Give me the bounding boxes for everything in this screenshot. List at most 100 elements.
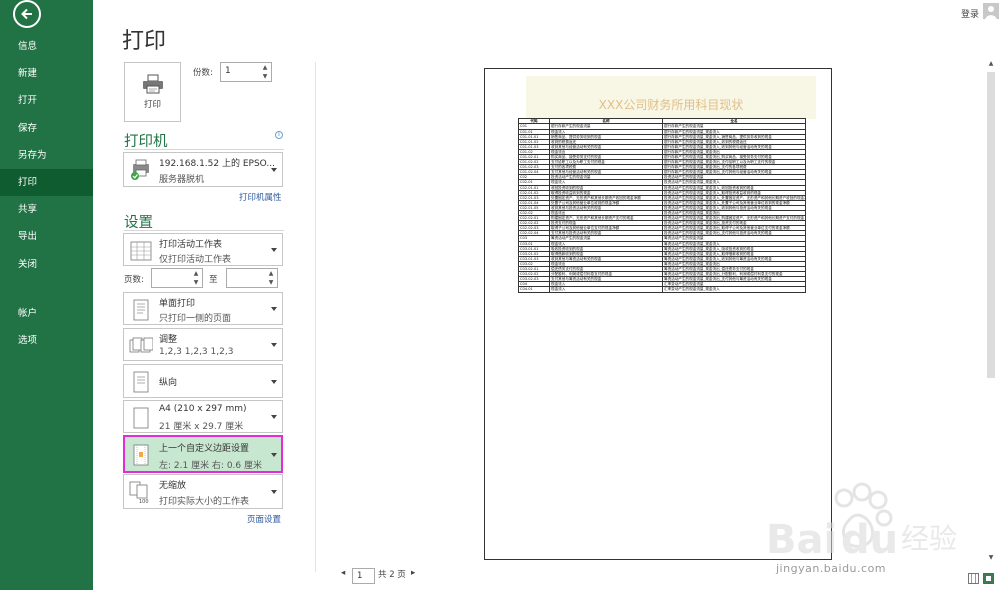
info-icon[interactable]: i bbox=[275, 131, 283, 139]
dropdown-arrow-icon bbox=[271, 248, 277, 252]
scaling-subtitle: 打印实际大小的工作表 bbox=[159, 497, 250, 507]
printer-name: 192.168.1.52 上的 EPSO... bbox=[159, 159, 275, 169]
backstage-sidebar: 信息 新建 打开 保存 另存为 打印 共享 导出 关闭 帐户 选项 bbox=[0, 0, 93, 590]
collate-dropdown[interactable]: 调整 1,2,3 1,2,3 1,2,3 bbox=[123, 328, 283, 361]
spin-down-icon[interactable]: ▼ bbox=[190, 278, 202, 287]
collate-icon bbox=[129, 337, 153, 353]
nav-save-as[interactable]: 另存为 bbox=[0, 142, 93, 169]
nav-open[interactable]: 打开 bbox=[0, 87, 93, 114]
printer-dropdown[interactable]: 192.168.1.52 上的 EPSO... 服务器脱机 bbox=[123, 152, 283, 187]
margins-subtitle: 左: 2.1 厘米 右: 0.6 厘米 bbox=[159, 461, 262, 471]
prev-page-icon[interactable]: ◂ bbox=[341, 568, 345, 578]
paper-size-dropdown[interactable]: A4 (210 x 297 mm) 21 厘米 x 29.7 厘米 bbox=[123, 400, 283, 433]
printer-status: 服务器脱机 bbox=[159, 175, 205, 185]
pages-from-spinner[interactable]: ▲ ▼ bbox=[190, 269, 202, 287]
page-count: 共 2 页 bbox=[378, 570, 406, 580]
paper-icon bbox=[133, 407, 149, 429]
pages-label: 页数: bbox=[124, 275, 144, 285]
page-setup-link[interactable]: 页面设置 bbox=[247, 513, 281, 525]
no-scaling-icon: 100 bbox=[129, 481, 149, 504]
svg-text:100: 100 bbox=[139, 499, 149, 504]
portrait-icon bbox=[133, 371, 149, 393]
dropdown-arrow-icon bbox=[271, 415, 277, 419]
excel-backstage-print: 信息 新建 打开 保存 另存为 打印 共享 导出 关闭 帐户 选项 登录 打印 bbox=[0, 0, 1000, 590]
table-cell: 投资活动产生的现金流量_现金流出_购建固定资产、无形资产和其他长期资产支付的现金 bbox=[662, 215, 806, 222]
scaling-dropdown[interactable]: 100 无缩放 打印实际大小的工作表 bbox=[123, 474, 283, 509]
pages-to-input[interactable]: ▲ ▼ bbox=[226, 268, 278, 288]
printer-section-title: 打印机 bbox=[124, 134, 168, 150]
spin-down-icon[interactable]: ▼ bbox=[259, 72, 271, 81]
print-what-title: 打印活动工作表 bbox=[159, 240, 223, 250]
sheet-header: XXX公司财务所用科目现状 bbox=[526, 76, 816, 119]
collate-subtitle: 1,2,3 1,2,3 1,2,3 bbox=[159, 347, 234, 357]
sides-dropdown[interactable]: 单面打印 只打印一侧的页面 bbox=[123, 292, 283, 325]
table-cell: 投资活动产生的现金流量_现金流入_处置固定资产、无形资产和其他长期资产收回的现金… bbox=[662, 194, 806, 201]
margins-dropdown[interactable]: 上一个自定义边距设置 左: 2.1 厘米 右: 0.6 厘米 bbox=[123, 435, 283, 473]
paper-size-subtitle: 21 厘米 x 29.7 厘米 bbox=[159, 422, 244, 432]
table-cell: 投资活动产生的现金流量_现金流入_处置子公司及其他营业单位收到的现金净额 bbox=[662, 199, 806, 206]
nav-separator bbox=[0, 278, 93, 300]
backstage-nav: 信息 新建 打开 保存 另存为 打印 共享 导出 关闭 帐户 选项 bbox=[0, 33, 93, 354]
next-page-icon[interactable]: ▸ bbox=[411, 568, 415, 578]
print-what-subtitle: 仅打印活动工作表 bbox=[159, 255, 232, 265]
copies-spinner[interactable]: ▲ ▼ bbox=[259, 63, 271, 81]
pages-to-spinner[interactable]: ▲ ▼ bbox=[265, 269, 277, 287]
table-cell: 汇率变动产生的现金流量_现金流入 bbox=[662, 286, 806, 293]
printer-icon bbox=[142, 74, 163, 94]
watermark-url: jingyan.baidu.com bbox=[776, 562, 887, 575]
scaling-title: 无缩放 bbox=[159, 481, 187, 491]
table-cell: C04.01 bbox=[518, 286, 550, 293]
svg-text:du: du bbox=[841, 517, 898, 563]
spin-up-icon[interactable]: ▲ bbox=[265, 269, 277, 278]
divider bbox=[124, 230, 284, 231]
avatar[interactable] bbox=[983, 3, 999, 19]
printer-properties-link[interactable]: 打印机属性 bbox=[239, 191, 282, 203]
copies-label: 份数: bbox=[193, 68, 213, 78]
dropdown-arrow-icon bbox=[271, 168, 277, 172]
nav-account[interactable]: 帐户 bbox=[0, 300, 93, 327]
settings-section-title: 设置 bbox=[124, 215, 153, 231]
paper-size-title: A4 (210 x 297 mm) bbox=[159, 404, 247, 414]
scroll-thumb[interactable] bbox=[987, 72, 995, 378]
worksheet-icon bbox=[130, 241, 152, 261]
dropdown-arrow-icon bbox=[271, 380, 277, 384]
print-what-dropdown[interactable]: 打印活动工作表 仅打印活动工作表 bbox=[123, 233, 283, 266]
nav-info[interactable]: 信息 bbox=[0, 33, 93, 60]
nav-options[interactable]: 选项 bbox=[0, 327, 93, 354]
copies-value: 1 bbox=[225, 66, 231, 76]
nav-close[interactable]: 关闭 bbox=[0, 251, 93, 278]
sides-title: 单面打印 bbox=[159, 299, 196, 309]
page-title: 打印 bbox=[122, 29, 167, 54]
page-number-input[interactable]: 1 bbox=[352, 568, 375, 584]
nav-new[interactable]: 新建 bbox=[0, 60, 93, 87]
table-cell: 现金流入 bbox=[549, 286, 663, 293]
margins-icon bbox=[133, 444, 149, 466]
nav-print[interactable]: 打印 bbox=[0, 168, 93, 197]
svg-text:Bai: Bai bbox=[766, 517, 837, 563]
one-sided-icon bbox=[133, 299, 149, 321]
user-icon bbox=[985, 6, 997, 19]
pages-from-input[interactable]: ▲ ▼ bbox=[151, 268, 203, 288]
copies-input[interactable]: 1 ▲ ▼ bbox=[220, 62, 272, 82]
scroll-up-icon[interactable]: ▲ bbox=[987, 60, 995, 68]
print-button-label: 打印 bbox=[143, 100, 161, 110]
sheet-title: XXX公司财务所用科目现状 bbox=[598, 98, 744, 112]
dropdown-arrow-icon bbox=[271, 307, 277, 311]
divider bbox=[124, 149, 284, 150]
pane-divider bbox=[315, 62, 316, 572]
back-button[interactable] bbox=[13, 0, 41, 28]
pages-to-label: 至 bbox=[209, 275, 218, 285]
print-button[interactable]: 打印 bbox=[124, 62, 181, 122]
dropdown-arrow-icon bbox=[271, 490, 277, 494]
back-arrow-icon bbox=[21, 8, 32, 20]
nav-save[interactable]: 保存 bbox=[0, 115, 93, 142]
spin-down-icon[interactable]: ▼ bbox=[265, 278, 277, 287]
svg-text:经验: 经验 bbox=[901, 522, 957, 555]
dropdown-arrow-icon bbox=[271, 343, 277, 347]
nav-share[interactable]: 共享 bbox=[0, 196, 93, 223]
nav-export[interactable]: 导出 bbox=[0, 223, 93, 250]
spin-up-icon[interactable]: ▲ bbox=[190, 269, 202, 278]
spin-up-icon[interactable]: ▲ bbox=[259, 63, 271, 72]
login-link[interactable]: 登录 bbox=[961, 7, 979, 20]
orientation-dropdown[interactable]: 纵向 bbox=[123, 364, 283, 398]
